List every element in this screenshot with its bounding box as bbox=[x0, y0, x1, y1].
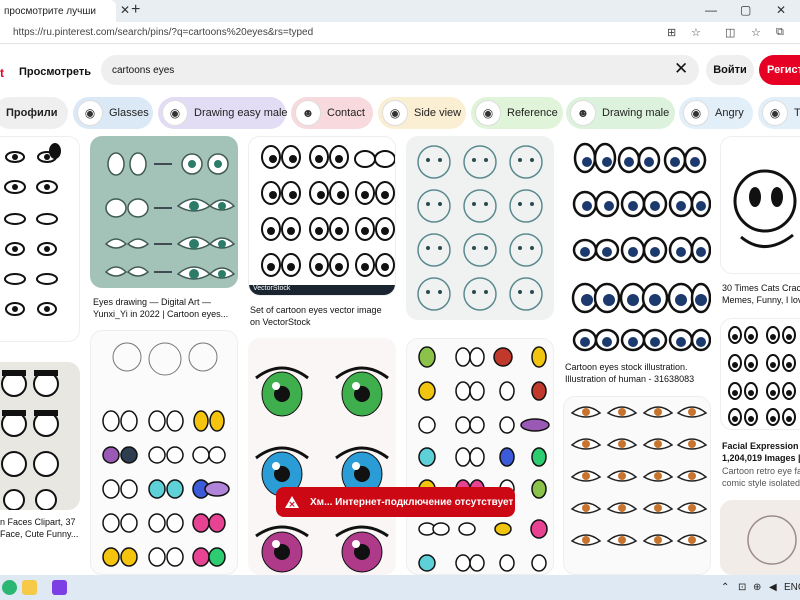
chip-drawing-easy-male[interactable]: ◉ Drawing easy male bbox=[158, 97, 288, 129]
pin-caption[interactable]: 30 Times Cats Crack Memes, Funny, I lov bbox=[722, 282, 800, 306]
pin-title[interactable]: Facial Expression St 1,204,019 Images | … bbox=[722, 440, 800, 464]
minimize-icon[interactable]: — bbox=[705, 3, 717, 17]
chip-label: Angry bbox=[715, 107, 744, 119]
chip-profiles[interactable]: Профили bbox=[0, 97, 68, 129]
tray-chevron-icon[interactable]: ⌃ bbox=[721, 582, 729, 593]
vectorstock-watermark: VectorStock bbox=[253, 285, 291, 292]
eye-sketches-image bbox=[4, 143, 61, 316]
face-thumbnail-icon: ☻ bbox=[570, 100, 596, 126]
cat-cartoon-image bbox=[733, 169, 797, 248]
login-button[interactable]: Войти bbox=[706, 55, 754, 85]
eyes-thumbnail-icon: ◉ bbox=[683, 100, 709, 126]
character-sketch-image bbox=[747, 515, 797, 565]
browser-tab[interactable]: просмотрите лучшие результаты bbox=[0, 0, 116, 22]
chip-more[interactable]: ◉ Te bbox=[758, 97, 800, 129]
svg-text:×: × bbox=[288, 500, 296, 508]
colorful-eyes-sheet-image bbox=[102, 342, 230, 567]
pin-caption[interactable]: n Faces Clipart, 37 Face, Cute Funny... bbox=[0, 516, 78, 540]
search-bar[interactable]: cartoons eyes ✕ bbox=[101, 55, 699, 85]
facial-expression-eyes-image bbox=[728, 326, 796, 426]
face-sketches-image bbox=[417, 145, 543, 311]
vector-eyes-set-image bbox=[249, 145, 395, 295]
chip-side-view[interactable]: ◉ Side view bbox=[378, 97, 466, 129]
chip-reference[interactable]: ◉ Reference bbox=[471, 97, 563, 129]
register-button[interactable]: Регистрация bbox=[759, 55, 800, 85]
toast-message: Хм... Интернет-подключение отсутствует bbox=[310, 496, 514, 508]
eyes-thumbnail-icon: ◉ bbox=[475, 100, 501, 126]
eyes-thumbnail-icon: ◉ bbox=[77, 100, 103, 126]
tab-title: просмотрите лучшие результаты bbox=[4, 5, 96, 17]
chip-label: Drawing male bbox=[602, 107, 670, 119]
cartoon-eyes-stock-image bbox=[571, 142, 711, 352]
chip-contact[interactable]: ☻ Contact bbox=[291, 97, 373, 129]
globe-icon[interactable]: ⊕ bbox=[753, 582, 761, 593]
site-header: t Просмотреть cartoons eyes ✕ Войти Реги… bbox=[0, 52, 800, 92]
pin-image[interactable] bbox=[720, 318, 800, 430]
chip-label: Профили bbox=[6, 107, 58, 119]
pinterest-logo[interactable]: t bbox=[0, 66, 4, 80]
url-text[interactable]: https://ru.pinterest.com/search/pins/?q=… bbox=[13, 27, 313, 38]
split-screen-icon[interactable]: ◫ bbox=[725, 26, 735, 39]
chip-label: Drawing easy male bbox=[194, 107, 288, 119]
eyes-thumbnail-icon: ◉ bbox=[162, 100, 188, 126]
pin-image[interactable]: VectorStock bbox=[248, 136, 396, 296]
cartoon-faces-image bbox=[1, 370, 59, 510]
app-icon[interactable] bbox=[2, 580, 17, 595]
eye-thumbnail-icon: ◉ bbox=[762, 100, 788, 126]
pin-image[interactable] bbox=[563, 396, 711, 575]
chip-label: Side view bbox=[414, 107, 462, 119]
chip-label: Te bbox=[794, 107, 800, 119]
pin-image[interactable] bbox=[406, 136, 554, 320]
warning-icon: × bbox=[285, 496, 299, 508]
address-bar[interactable]: https://ru.pinterest.com/search/pins/?q=… bbox=[0, 22, 800, 44]
pin-image[interactable] bbox=[90, 136, 238, 288]
chip-label: Reference bbox=[507, 107, 558, 119]
eyes-thumbnail-icon: ◉ bbox=[382, 100, 408, 126]
browse-link[interactable]: Просмотреть bbox=[19, 66, 91, 78]
visual-studio-icon[interactable] bbox=[52, 580, 67, 595]
maximize-icon[interactable]: ▢ bbox=[740, 3, 751, 17]
volume-icon[interactable]: ◀ bbox=[769, 582, 777, 593]
chip-angry[interactable]: ◉ Angry bbox=[679, 97, 753, 129]
tab-close-icon[interactable]: ✕ bbox=[120, 3, 130, 17]
chip-label: Glasses bbox=[109, 107, 149, 119]
cartoon-eyes-collection-image bbox=[418, 346, 550, 572]
browser-tab-bar: просмотрите лучшие результаты ✕ + — ▢ ✕ bbox=[0, 0, 800, 22]
pin-caption[interactable]: Eyes drawing — Digital Art — Yunxi_Yi in… bbox=[93, 296, 228, 320]
eye-drawing-steps-image bbox=[104, 152, 236, 280]
pin-image[interactable] bbox=[90, 330, 238, 575]
chip-glasses[interactable]: ◉ Glasses bbox=[73, 97, 153, 129]
windows-taskbar: ⌃ ⊡ ⊕ ◀ ENG bbox=[0, 575, 800, 600]
pin-image[interactable] bbox=[720, 500, 800, 575]
pin-caption[interactable]: Set of cartoon eyes vector image on Vect… bbox=[250, 304, 382, 328]
new-tab-button[interactable]: + bbox=[131, 1, 140, 19]
search-input[interactable]: cartoons eyes bbox=[112, 65, 174, 76]
face-thumbnail-icon: ☻ bbox=[295, 100, 321, 126]
screen: просмотрите лучшие результаты ✕ + — ▢ ✕ … bbox=[0, 0, 800, 600]
apps-icon[interactable]: ⊞ bbox=[667, 26, 676, 39]
chip-label: Contact bbox=[327, 107, 365, 119]
clear-search-icon[interactable]: ✕ bbox=[674, 59, 688, 79]
favorite-star-icon[interactable]: ☆ bbox=[691, 26, 701, 39]
pin-caption[interactable]: Cartoon eyes stock illustration. Illustr… bbox=[565, 361, 694, 385]
favorites-icon[interactable]: ☆ bbox=[751, 26, 761, 39]
pin-image[interactable] bbox=[0, 136, 80, 342]
chip-drawing-male[interactable]: ☻ Drawing male bbox=[566, 97, 675, 129]
pin-image[interactable] bbox=[563, 136, 711, 354]
pin-image[interactable] bbox=[248, 338, 396, 575]
pin-image[interactable] bbox=[0, 362, 80, 510]
close-window-icon[interactable]: ✕ bbox=[776, 3, 786, 17]
language-indicator[interactable]: ENG bbox=[784, 582, 800, 593]
suggestion-chips: Профили ◉ Glasses ◉ Drawing easy male ☻ … bbox=[0, 97, 800, 129]
colored-iris-eyes-image bbox=[570, 406, 708, 546]
file-explorer-icon[interactable] bbox=[22, 580, 37, 595]
pin-image[interactable] bbox=[720, 136, 800, 274]
anime-eyes-image bbox=[255, 366, 389, 573]
offline-toast: × Хм... Интернет-подключение отсутствует bbox=[276, 487, 515, 517]
pin-image[interactable] bbox=[406, 338, 554, 575]
collections-icon[interactable]: ⧉ bbox=[776, 26, 784, 39]
network-icon[interactable]: ⊡ bbox=[738, 582, 746, 593]
pin-description: Cartoon retro eye fa comic style isolate… bbox=[722, 466, 800, 488]
